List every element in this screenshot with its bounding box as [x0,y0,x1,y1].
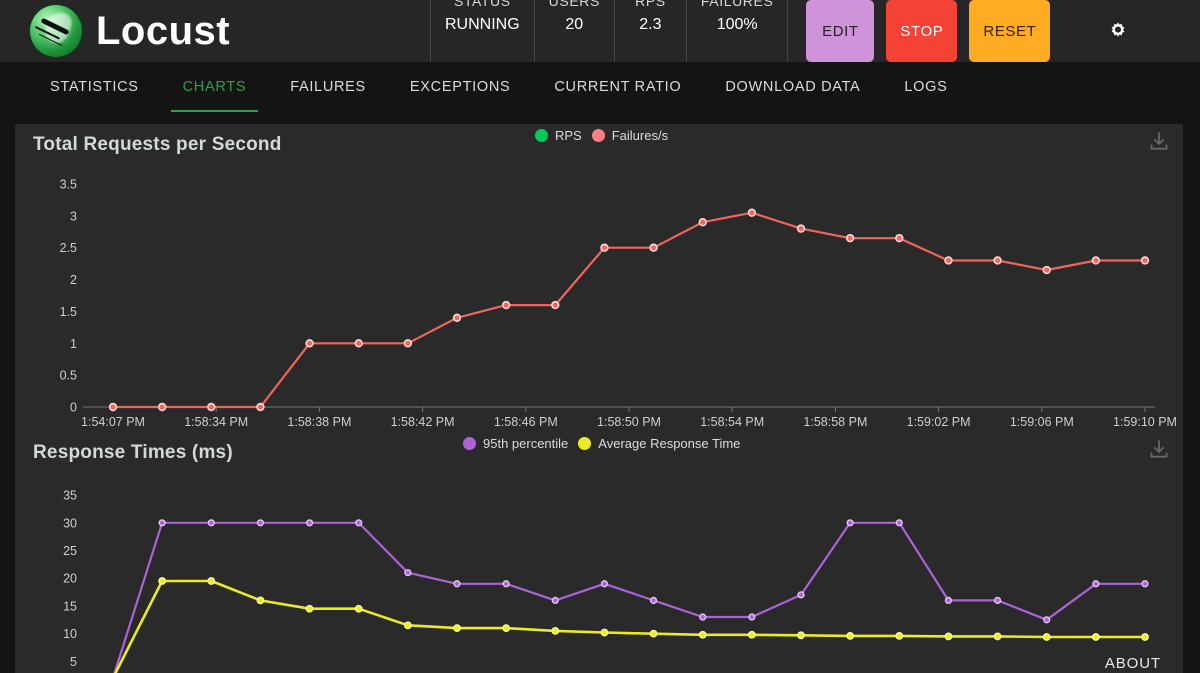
tab-exceptions[interactable]: EXCEPTIONS [388,62,532,112]
charts-panel: Total Requests per Second RPS Failures/s… [15,124,1183,673]
legend-item-rps: RPS [535,128,582,143]
app-title: Locust [96,9,231,53]
svg-text:1.5: 1.5 [60,305,77,319]
stat-users: USERS 20 [533,0,614,62]
svg-text:5: 5 [70,655,77,669]
stat-users-value: 20 [565,16,584,34]
tab-current-ratio[interactable]: CURRENT RATIO [532,62,703,112]
locust-logo-icon [30,5,82,57]
svg-text:1:59:10 PM: 1:59:10 PM [1113,415,1177,429]
chart-legend-rps: RPS Failures/s [535,128,668,143]
legend-label-failures: Failures/s [611,128,669,143]
legend-label-avg: Average Response Time [598,436,741,451]
app-header: Locust STATUS RUNNING USERS 20 RPS 2.3 F… [0,0,1200,62]
svg-text:2.5: 2.5 [60,241,77,255]
svg-text:35: 35 [63,489,77,503]
stat-failures-label: FAILURES [700,0,774,9]
chart-svg-rps: 0 0.5 1 1.5 2 2.5 3 3.5 1:54:07 PM 1:58:34 PM 1:5… [60,178,1177,430]
stat-rps: RPS 2.3 [613,0,686,62]
svg-text:1:58:58 PM: 1:58:58 PM [803,415,867,429]
stat-rps-label: RPS [635,0,666,9]
svg-text:30: 30 [63,516,77,530]
legend-swatch-rps [535,129,548,142]
svg-text:25: 25 [63,544,77,558]
svg-text:15: 15 [63,599,77,613]
svg-text:1:54:07 PM: 1:54:07 PM [81,415,145,429]
svg-text:1:58:38 PM: 1:58:38 PM [287,415,351,429]
about-link[interactable]: ABOUT [1105,655,1161,672]
chart-plot-response: 5 10 15 20 25 30 35 [15,478,1183,673]
svg-text:1:58:34 PM: 1:58:34 PM [184,415,248,429]
main-nav-tabs: STATISTICS CHARTS FAILURES EXCEPTIONS CU… [0,62,1200,112]
svg-text:20: 20 [63,572,77,586]
header-stats: STATUS RUNNING USERS 20 RPS 2.3 FAILURES… [430,0,789,62]
svg-text:0.5: 0.5 [60,369,77,383]
tab-failures[interactable]: FAILURES [268,62,388,112]
legend-swatch-failures [591,129,605,142]
gear-icon [1112,22,1125,37]
stat-failures-value: 100% [716,16,758,34]
tab-statistics[interactable]: STATISTICS [28,62,161,112]
stat-rps-value: 2.3 [639,16,662,34]
chart-header-rps: Total Requests per Second RPS Failures/s [15,124,1183,170]
chart-legend-response: 95th percentile Average Response Time [463,436,740,451]
svg-text:1: 1 [70,337,77,351]
stop-button[interactable]: STOP [886,0,958,62]
stat-status-value: RUNNING [445,16,520,34]
stat-users-label: USERS [548,0,600,9]
svg-text:1:59:06 PM: 1:59:06 PM [1010,415,1074,429]
stat-failures: FAILURES 100% [685,0,789,62]
svg-text:0: 0 [70,401,77,415]
reset-button[interactable]: RESET [969,0,1051,62]
tab-logs[interactable]: LOGS [882,62,969,112]
chart-svg-response: 5 10 15 20 25 30 35 [63,489,1149,673]
download-icon-rps[interactable] [1147,130,1171,154]
svg-text:1:59:02 PM: 1:59:02 PM [907,415,971,429]
legend-label-rps: RPS [555,128,582,143]
legend-label-p95: 95th percentile [483,436,569,451]
settings-button[interactable] [1098,11,1138,51]
legend-swatch-avg [578,437,592,450]
tab-charts[interactable]: CHARTS [161,62,269,112]
tab-download-data[interactable]: DOWNLOAD DATA [703,62,882,112]
svg-text:1:58:46 PM: 1:58:46 PM [494,415,558,429]
download-icon-response[interactable] [1147,438,1171,462]
svg-text:2: 2 [70,273,77,287]
svg-text:1:58:50 PM: 1:58:50 PM [597,415,661,429]
edit-button[interactable]: EDIT [806,0,875,62]
chart-plot-rps: 0 0.5 1 1.5 2 2.5 3 3.5 1:54:07 PM 1:58:34 PM 1:5… [15,170,1183,432]
svg-text:3.5: 3.5 [60,178,77,192]
header-actions: EDIT STOP RESET [806,0,1138,62]
chart-header-response: Response Times (ms) 95th percentile Aver… [15,432,1183,478]
brand: Locust [0,5,430,57]
legend-item-avg: Average Response Time [578,436,740,451]
legend-item-p95: 95th percentile [463,436,568,451]
svg-text:3: 3 [70,209,77,223]
stat-status-label: STATUS [453,0,511,9]
chart-title-rps: Total Requests per Second [33,134,282,155]
svg-text:10: 10 [63,627,77,641]
legend-swatch-p95 [463,437,476,450]
svg-text:1:58:42 PM: 1:58:42 PM [391,415,455,429]
legend-item-failures: Failures/s [591,128,669,143]
stat-status: STATUS RUNNING [430,0,534,62]
chart-title-response: Response Times (ms) [33,442,233,463]
svg-text:1:58:54 PM: 1:58:54 PM [700,415,764,429]
